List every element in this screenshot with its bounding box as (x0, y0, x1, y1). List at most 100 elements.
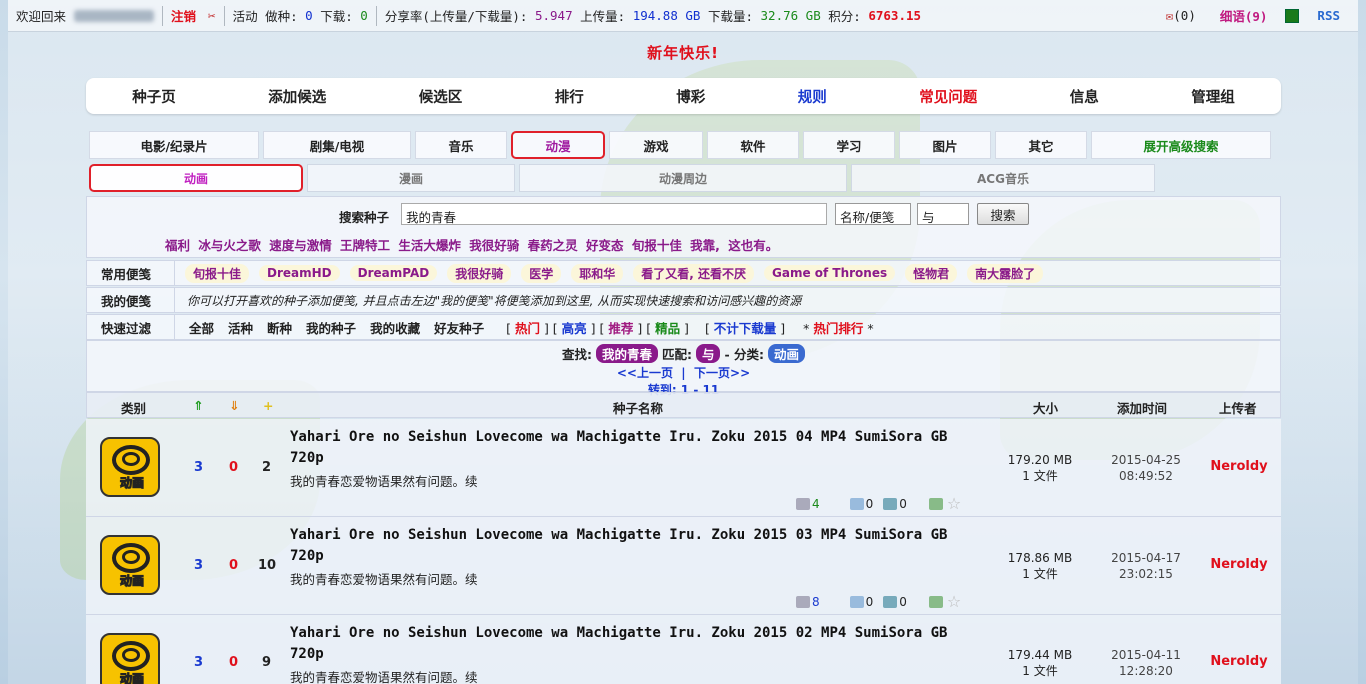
header-size[interactable]: 大小 (1033, 398, 1058, 417)
search-field-select[interactable]: 名称/便笺 (835, 203, 911, 225)
tab-pictures[interactable]: 图片 (899, 131, 991, 159)
note-pill[interactable]: DreamPAD (349, 265, 438, 281)
nav-staff[interactable]: 管理组 (1191, 86, 1235, 107)
download-icon[interactable] (928, 595, 943, 608)
tab-games[interactable]: 游戏 (609, 131, 703, 159)
nav-betting[interactable]: 博彩 (676, 86, 705, 107)
search-input[interactable]: 我的青春 (401, 203, 827, 225)
note-pill[interactable]: 看了又看, 还看不厌 (633, 263, 754, 283)
seeders-count[interactable]: 3 (194, 558, 203, 573)
uploader-link[interactable]: Neroldy (1204, 459, 1274, 474)
completed-count[interactable]: 9 (262, 655, 271, 670)
table-row[interactable]: 动画 3 0 10 Yahari Ore no Seishun Lovecome… (86, 517, 1281, 615)
table-row[interactable]: 动画 3 0 9 Yahari Ore no Seishun Lovecome … (86, 615, 1281, 684)
next-page-link[interactable]: 下一页>> (694, 366, 750, 380)
completed-header-icon[interactable]: + (263, 398, 273, 413)
torrent-title[interactable]: Yahari Ore no Seishun Lovecome wa Machig… (290, 623, 980, 665)
leechers-count[interactable]: 0 (229, 460, 238, 475)
star-icon[interactable]: ☆ (947, 592, 961, 611)
completed-count[interactable]: 10 (258, 558, 276, 573)
leechers-header-icon[interactable]: ⇓ (229, 398, 239, 413)
like-icon[interactable] (796, 497, 810, 510)
tab-tv[interactable]: 剧集/电视 (263, 131, 411, 159)
like-icon[interactable] (796, 595, 810, 608)
uploader-link[interactable]: Neroldy (1204, 557, 1274, 572)
table-row[interactable]: 动画 3 0 2 Yahari Ore no Seishun Lovecome … (86, 419, 1281, 517)
seeders-count[interactable]: 3 (194, 460, 203, 475)
reply-icon[interactable] (883, 497, 898, 510)
seeders-count[interactable]: 3 (194, 655, 203, 670)
hot-keywords[interactable]: 福利 冰与火之歌 速度与激情 王牌特工 生活大爆炸 我很好骑 春药之灵 好变态 … (165, 235, 778, 254)
username-blurred[interactable] (74, 9, 155, 22)
bookmark-icon[interactable] (1285, 8, 1300, 23)
seeders-header-icon[interactable]: ⇑ (193, 398, 203, 413)
tab-software[interactable]: 软件 (707, 131, 799, 159)
my-notes-label[interactable]: 我的便笺 (87, 288, 175, 312)
nav-torrents[interactable]: 种子页 (132, 86, 176, 107)
tools-icon[interactable]: ✂ (208, 8, 216, 23)
nav-add-candidate[interactable]: 添加候选 (268, 86, 326, 107)
download-icon[interactable] (928, 497, 943, 510)
note-pill[interactable]: 怪物君 (905, 263, 958, 283)
note-pill[interactable]: 医学 (521, 263, 562, 283)
note-pill[interactable]: Game of Thrones (764, 265, 896, 281)
anime-category-icon[interactable]: 动画 (100, 633, 160, 684)
note-pill[interactable]: 我很好骑 (447, 263, 512, 283)
filter-all[interactable]: 全部 (189, 318, 214, 337)
torrent-title[interactable]: Yahari Ore no Seishun Lovecome wa Machig… (290, 427, 980, 469)
tab-other[interactable]: 其它 (995, 131, 1087, 159)
logout-link[interactable]: 注销 (171, 6, 196, 25)
nav-ranking[interactable]: 排行 (555, 86, 584, 107)
header-type[interactable]: 类别 (121, 398, 146, 417)
nav-rules[interactable]: 规则 (798, 86, 827, 107)
tab-music[interactable]: 音乐 (415, 131, 507, 159)
reply-icon[interactable] (883, 595, 898, 608)
anime-category-icon[interactable]: 动画 (100, 535, 160, 595)
mail-count[interactable]: (0) (1173, 8, 1196, 23)
search-mode-select[interactable]: 与 (917, 203, 969, 225)
filter-mine[interactable]: 我的种子 (306, 318, 356, 337)
nav-candidates[interactable]: 候选区 (419, 86, 463, 107)
leechers-count[interactable]: 0 (229, 655, 238, 670)
star-icon[interactable]: ☆ (947, 494, 961, 513)
subtab-animation[interactable]: 动画 (89, 164, 303, 192)
anime-category-icon[interactable]: 动画 (100, 437, 160, 497)
mail-icon[interactable]: ✉ (1166, 8, 1174, 23)
filter-dead[interactable]: 断种 (267, 318, 292, 337)
nav-messages[interactable]: 信息 (1070, 86, 1099, 107)
filter-highlight[interactable]: 高亮 (562, 321, 587, 336)
note-pill[interactable]: DreamHD (259, 265, 340, 281)
shoutbox-link[interactable]: 细语(9) (1220, 6, 1268, 25)
header-name[interactable]: 种子名称 (613, 398, 663, 417)
filter-favorites[interactable]: 我的收藏 (370, 318, 420, 337)
subtab-manga[interactable]: 漫画 (307, 164, 515, 192)
filter-friends[interactable]: 好友种子 (434, 318, 484, 337)
search-button[interactable]: 搜索 (977, 203, 1029, 225)
comment-icon[interactable] (849, 497, 864, 510)
header-uploader[interactable]: 上传者 (1219, 398, 1257, 417)
filter-active[interactable]: 活种 (228, 318, 253, 337)
filter-recommend[interactable]: 推荐 (608, 321, 633, 336)
comment-icon[interactable] (849, 595, 864, 608)
header-added[interactable]: 添加时间 (1117, 398, 1167, 417)
note-pill[interactable]: 耶和华 (571, 263, 624, 283)
note-pill[interactable]: 旬报十佳 (185, 263, 250, 283)
tab-study[interactable]: 学习 (803, 131, 895, 159)
advanced-search-toggle[interactable]: 展开高级搜索 (1091, 131, 1271, 159)
filter-free[interactable]: 不计下载量 (714, 321, 777, 336)
nav-faq[interactable]: 常见问题 (919, 86, 977, 107)
filter-hot[interactable]: 热门 (515, 321, 540, 336)
subtab-acg-music[interactable]: ACG音乐 (851, 164, 1155, 192)
note-pill[interactable]: 南大露脸了 (967, 263, 1044, 283)
uploader-link[interactable]: Neroldy (1204, 654, 1274, 669)
filter-quality[interactable]: 精品 (655, 321, 680, 336)
leechers-count[interactable]: 0 (229, 558, 238, 573)
completed-count[interactable]: 2 (262, 460, 271, 475)
filter-hot-rank[interactable]: 热门排行 (813, 321, 863, 336)
tab-movies[interactable]: 电影/纪录片 (89, 131, 259, 159)
torrent-title[interactable]: Yahari Ore no Seishun Lovecome wa Machig… (290, 525, 980, 567)
tab-anime[interactable]: 动漫 (511, 131, 605, 159)
rss-link[interactable]: RSS (1317, 8, 1340, 23)
subtab-merch[interactable]: 动漫周边 (519, 164, 847, 192)
prev-page-link[interactable]: <<上一页 (617, 366, 673, 380)
